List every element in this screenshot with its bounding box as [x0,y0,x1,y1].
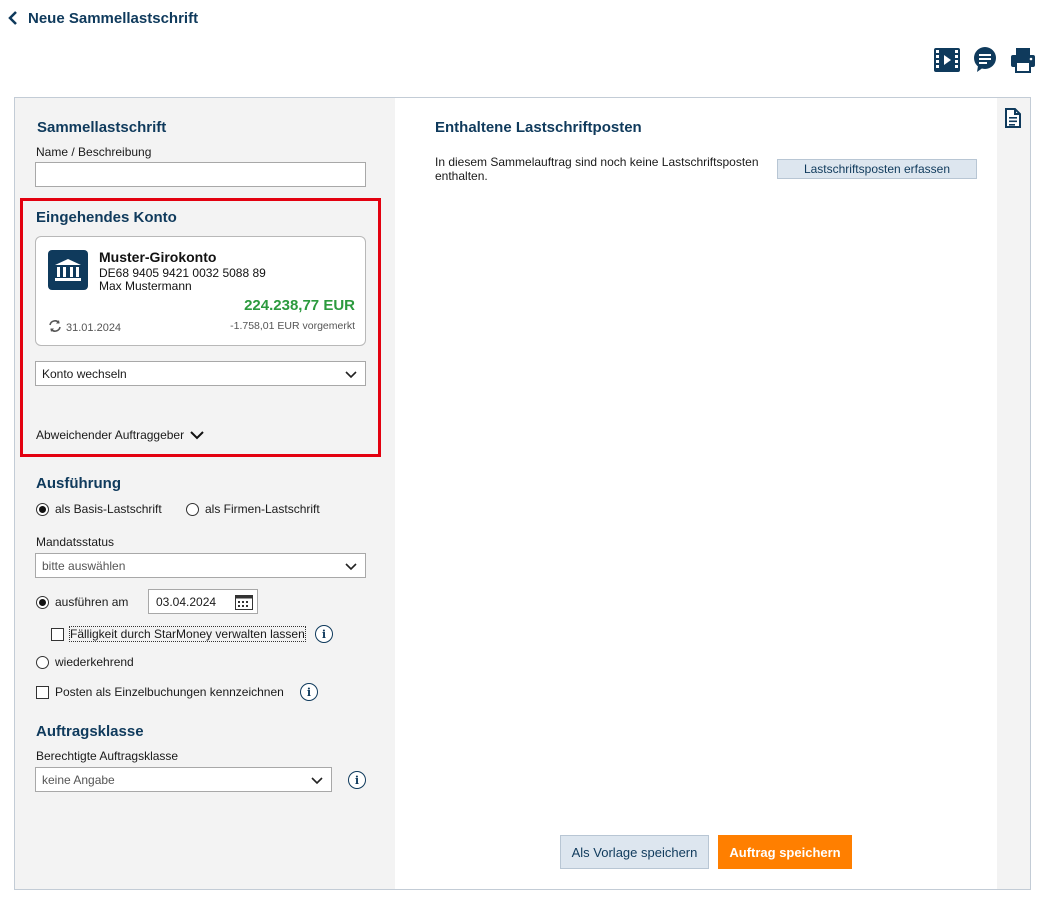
checkbox-box [51,627,64,641]
info-icon[interactable]: i [300,683,318,701]
main-frame: Sammellastschrift Name / Beschreibung Ei… [14,97,1031,890]
order-class-label: Berechtigte Auftragsklasse [36,749,179,763]
chevron-down-icon [345,561,357,571]
document-icon[interactable] [1005,108,1021,131]
radio-basis-label: als Basis-Lastschrift [55,502,162,516]
radio-execute-on[interactable]: ausführen am [36,595,128,609]
info-icon[interactable]: i [315,625,333,643]
account-switch-select[interactable]: Konto wechseln [35,361,366,386]
back-link[interactable]: Neue Sammellastschrift [8,9,198,27]
account-pending: -1.758,01 EUR vorgemerkt [230,320,355,332]
account-card[interactable]: Muster-Girokonto DE68 9405 9421 0032 508… [35,236,366,346]
add-posting-button[interactable]: Lastschriftsposten erfassen [777,159,977,179]
save-order-button[interactable]: Auftrag speichern [718,835,852,869]
print-icon[interactable] [1010,47,1036,73]
alt-payer-toggle[interactable]: Abweichender Auftraggeber [36,428,204,442]
empty-text: In diesem Sammelauftrag sind noch keine … [435,155,759,183]
chevron-down-icon [345,369,357,379]
radio-firmen[interactable]: als Firmen-Lastschrift [186,502,320,516]
starmoney-checkbox[interactable]: Fälligkeit durch StarMoney verwalten las… [51,626,306,642]
account-iban: DE68 9405 9421 0032 5088 89 [99,266,266,280]
mandate-label: Mandatsstatus [36,535,115,549]
refresh-icon[interactable] [48,319,62,336]
execute-date-field[interactable]: 03.04.2024 [148,589,258,614]
name-label: Name / Beschreibung [36,145,152,159]
account-switch-label: Konto wechseln [42,366,127,381]
radio-indicator [186,502,199,516]
radio-recurring[interactable]: wiederkehrend [36,655,134,669]
right-sidebar [997,98,1030,889]
chevron-left-icon [8,9,20,27]
order-class-value: keine Angabe [42,772,115,787]
alt-payer-label: Abweichender Auftraggeber [36,428,185,442]
radio-indicator [36,595,49,609]
single-posting-checkbox[interactable]: Posten als Einzelbuchungen kennzeichnen [36,685,284,699]
bank-icon [48,250,88,290]
execute-on-label: ausführen am [55,595,129,609]
section-title-sammellastschrift: Sammellastschrift [37,119,167,136]
save-template-button[interactable]: Als Vorlage speichern [560,835,709,869]
order-class-select[interactable]: keine Angabe [35,767,332,792]
mandate-value: bitte auswählen [42,558,126,573]
calendar-icon[interactable] [235,594,253,610]
name-field[interactable] [35,162,366,187]
checkbox-box [36,685,49,699]
radio-indicator [36,502,49,516]
section-title-account: Eingehendes Konto [36,209,177,226]
section-title-execution: Ausführung [36,475,121,492]
account-owner: Max Mustermann [99,279,192,293]
radio-indicator [36,655,49,669]
page-title: Neue Sammellastschrift [28,9,199,27]
info-icon[interactable]: i [348,771,366,789]
main-title: Enthaltene Lastschriftposten [435,119,642,136]
video-icon[interactable] [934,47,960,73]
account-balance: 224.238,77 EUR [244,297,355,314]
left-panel: Sammellastschrift Name / Beschreibung Ei… [15,98,395,889]
radio-basis[interactable]: als Basis-Lastschrift [36,502,162,516]
starmoney-label: Fälligkeit durch StarMoney verwalten las… [69,626,306,642]
execute-date-value: 03.04.2024 [156,594,217,609]
section-title-order-class: Auftragsklasse [36,723,144,740]
recurring-label: wiederkehrend [55,655,134,669]
chevron-down-icon [311,775,323,785]
radio-firmen-label: als Firmen-Lastschrift [205,502,320,516]
single-posting-label: Posten als Einzelbuchungen kennzeichnen [55,685,284,699]
account-date-text: 31.01.2024 [66,321,122,334]
toolbar [934,47,1036,73]
mandate-select[interactable]: bitte auswählen [35,553,366,578]
account-date: 31.01.2024 [48,319,121,336]
chat-icon[interactable] [972,47,998,73]
account-name: Muster-Girokonto [99,249,217,265]
chevron-down-icon [190,431,204,440]
